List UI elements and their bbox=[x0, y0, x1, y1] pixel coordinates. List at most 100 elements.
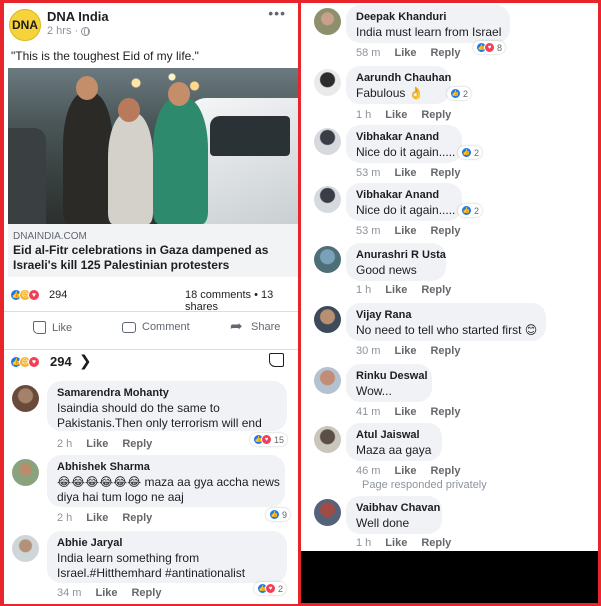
like-icon: 👍 bbox=[269, 509, 280, 520]
comment-reactions[interactable]: 👍 2 bbox=[458, 204, 483, 217]
share-button[interactable]: Share bbox=[230, 317, 280, 335]
comment-time: 41 m bbox=[356, 406, 381, 418]
comment-reply-button[interactable]: Reply bbox=[430, 47, 460, 59]
comment-reactions[interactable]: 👍 2 bbox=[447, 87, 472, 100]
avatar[interactable] bbox=[314, 128, 341, 155]
comment-like-button[interactable]: Like bbox=[95, 587, 117, 599]
comment-reply-button[interactable]: Reply bbox=[421, 537, 451, 549]
comment-text: Well done bbox=[356, 516, 410, 530]
comment-bubble: Abhishek Sharma 😂😂😂😂😂😂 maza aa gya accha… bbox=[47, 455, 285, 507]
reaction-icons: 👍 ☹ ♥ bbox=[10, 289, 40, 301]
comment-like-button[interactable]: Like bbox=[394, 47, 416, 59]
comment-meta: 41 m Like Reply bbox=[356, 406, 460, 418]
comment-like-button[interactable]: Like bbox=[385, 284, 407, 296]
comments-shares-count[interactable]: 18 comments • 13 shares bbox=[185, 289, 298, 313]
like-button[interactable]: Like bbox=[33, 321, 72, 334]
page-responded-note[interactable]: Page responded privately bbox=[362, 479, 487, 491]
comment-reply-button[interactable]: Reply bbox=[421, 284, 451, 296]
link-title[interactable]: Eid al-Fitr celebrations in Gaza dampene… bbox=[13, 243, 297, 273]
commenter-name[interactable]: Abhie Jaryal bbox=[57, 537, 277, 549]
thumb-icon bbox=[33, 321, 46, 334]
comment-reply-button[interactable]: Reply bbox=[430, 465, 460, 477]
avatar[interactable] bbox=[314, 69, 341, 96]
commenter-name[interactable]: Vibhakar Anand bbox=[356, 131, 452, 143]
commenter-name[interactable]: Rinku Deswal bbox=[356, 370, 428, 382]
avatar[interactable] bbox=[314, 8, 341, 35]
reaction-count: 2 bbox=[474, 205, 480, 216]
commenter-name[interactable]: Abhishek Sharma bbox=[57, 461, 275, 473]
avatar[interactable] bbox=[314, 426, 341, 453]
commenter-name[interactable]: Anurashri R Usta bbox=[356, 249, 446, 261]
comment-reply-button[interactable]: Reply bbox=[430, 406, 460, 418]
comment-like-button[interactable]: Like bbox=[385, 537, 407, 549]
comment-button[interactable]: Comment bbox=[122, 321, 190, 333]
comment-like-button[interactable]: Like bbox=[394, 345, 416, 357]
avatar[interactable] bbox=[12, 459, 39, 486]
post-actions: Like Comment Share bbox=[4, 311, 298, 341]
comment-reply-button[interactable]: Reply bbox=[430, 167, 460, 179]
comment-like-button[interactable]: Like bbox=[394, 465, 416, 477]
comment-like-button[interactable]: Like bbox=[394, 167, 416, 179]
reaction-count-large[interactable]: 294 bbox=[50, 354, 72, 369]
commenter-name[interactable]: Atul Jaiswal bbox=[356, 429, 432, 441]
commenter-name[interactable]: Vijay Rana bbox=[356, 309, 536, 321]
comment-like-button[interactable]: Like bbox=[86, 512, 108, 524]
comment-meta: 53 m Like Reply bbox=[356, 225, 460, 237]
post-time[interactable]: 2 hrs bbox=[47, 25, 71, 37]
commenter-name[interactable]: Samarendra Mohanty bbox=[57, 387, 277, 399]
reaction-count: 8 bbox=[497, 42, 503, 53]
comment: Aarundh Chauhan Fabulous 👌 👍 2 1 h Like … bbox=[301, 66, 598, 122]
avatar[interactable] bbox=[314, 186, 341, 213]
comment-text: diya hai tum logo ne aaj bbox=[57, 490, 184, 504]
avatar[interactable] bbox=[314, 306, 341, 333]
comment-reply-button[interactable]: Reply bbox=[122, 512, 152, 524]
commenter-name[interactable]: Aarundh Chauhan bbox=[356, 72, 451, 84]
comment-reactions[interactable]: 👍 2 bbox=[458, 146, 483, 159]
avatar[interactable] bbox=[12, 385, 39, 412]
page-logo[interactable]: DNA bbox=[9, 9, 41, 41]
like-outline-icon[interactable] bbox=[269, 353, 284, 367]
comment-bubble: Atul Jaiswal Maza aa gaya bbox=[346, 423, 442, 461]
comment-text: Pakistanis.Then only terrorism will end bbox=[57, 416, 262, 430]
reactions-bar[interactable]: 👍 ☹ ♥ 294 ❯ bbox=[4, 349, 298, 373]
comment-text: 😂😂😂😂😂😂 maza aa gya accha news bbox=[57, 475, 280, 489]
comment-like-button[interactable]: Like bbox=[385, 109, 407, 121]
comment-like-button[interactable]: Like bbox=[86, 438, 108, 450]
comment-meta: 1 h Like Reply bbox=[356, 537, 451, 549]
commenter-name[interactable]: Deepak Khanduri bbox=[356, 11, 500, 23]
black-bar bbox=[301, 551, 598, 603]
comment-reactions[interactable]: 👍 ♥ 2 bbox=[254, 582, 287, 595]
reactions-summary[interactable]: 👍 ☹ ♥ 294 18 comments • 13 shares bbox=[4, 285, 298, 313]
comment-time: 53 m bbox=[356, 225, 381, 237]
link-preview[interactable]: DNAINDIA.COM Eid al-Fitr celebrations in… bbox=[8, 224, 298, 277]
comment-reactions[interactable]: 👍 9 bbox=[266, 508, 291, 521]
comment-reply-button[interactable]: Reply bbox=[430, 345, 460, 357]
comment-reactions[interactable]: 👍 ♥ 8 bbox=[473, 41, 506, 54]
comment-like-button[interactable]: Like bbox=[394, 406, 416, 418]
comment-bubble: Vibhakar Anand Nice do it again..... bbox=[346, 183, 462, 221]
chevron-right-icon[interactable]: ❯ bbox=[79, 352, 92, 370]
commenter-name[interactable]: Vaibhav Chavan bbox=[356, 502, 440, 514]
avatar[interactable] bbox=[314, 246, 341, 273]
comment-reply-button[interactable]: Reply bbox=[421, 109, 451, 121]
comment-reply-button[interactable]: Reply bbox=[430, 225, 460, 237]
post-image[interactable] bbox=[8, 68, 298, 224]
avatar[interactable] bbox=[12, 535, 39, 562]
page-name[interactable]: DNA India bbox=[47, 9, 109, 24]
comment-bubble: Vaibhav Chavan Well done bbox=[346, 496, 442, 534]
comment-reply-button[interactable]: Reply bbox=[122, 438, 152, 450]
comment-like-button[interactable]: Like bbox=[394, 225, 416, 237]
post-card: DNA DNA India 2 hrs · ••• "This is the t… bbox=[4, 3, 298, 604]
avatar[interactable] bbox=[314, 367, 341, 394]
comment-reply-button[interactable]: Reply bbox=[131, 587, 161, 599]
comment-bubble: Aarundh Chauhan Fabulous 👌 bbox=[346, 66, 451, 104]
comment: Atul Jaiswal Maza aa gaya 46 m Like Repl… bbox=[301, 423, 598, 493]
more-icon[interactable]: ••• bbox=[268, 5, 286, 21]
comment-bubble: Rinku Deswal Wow... bbox=[346, 364, 432, 402]
comment-reactions[interactable]: 👍 ♥ 15 bbox=[250, 433, 288, 446]
avatar[interactable] bbox=[314, 499, 341, 526]
post-text: "This is the toughest Eid of my life." bbox=[11, 49, 199, 63]
commenter-name[interactable]: Vibhakar Anand bbox=[356, 189, 452, 201]
comment-time: 34 m bbox=[57, 587, 82, 599]
reaction-count[interactable]: 294 bbox=[49, 289, 67, 301]
